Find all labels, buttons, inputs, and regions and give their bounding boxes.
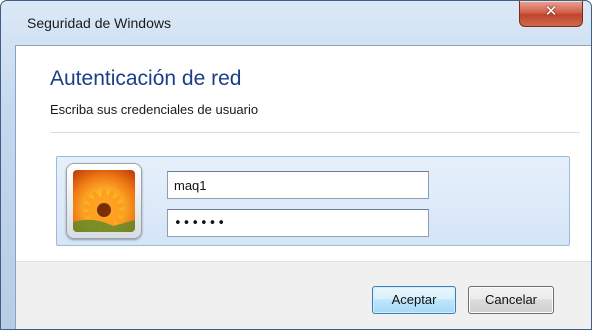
- dialog-content: Autenticación de red Escriba sus credenc…: [15, 45, 591, 329]
- password-input[interactable]: [167, 209, 429, 237]
- title-bar[interactable]: Seguridad de Windows ✕: [1, 1, 591, 41]
- cancel-button[interactable]: Cancelar: [468, 286, 554, 314]
- dialog-subheading: Escriba sus credenciales de usuario: [50, 102, 259, 117]
- dialog-heading: Autenticación de red: [50, 67, 242, 90]
- avatar-image: [73, 170, 135, 232]
- divider: [50, 132, 580, 133]
- security-dialog-window: Seguridad de Windows ✕ Autenticación de …: [0, 0, 592, 330]
- window-title: Seguridad de Windows: [27, 15, 171, 31]
- user-tile-flower-icon: [66, 163, 142, 239]
- credential-tile[interactable]: [56, 156, 570, 246]
- username-input[interactable]: [167, 171, 429, 199]
- close-icon: ✕: [544, 2, 558, 20]
- button-bar: Aceptar Cancelar: [16, 261, 591, 329]
- ok-button[interactable]: Aceptar: [372, 286, 456, 314]
- close-button[interactable]: ✕: [519, 1, 583, 27]
